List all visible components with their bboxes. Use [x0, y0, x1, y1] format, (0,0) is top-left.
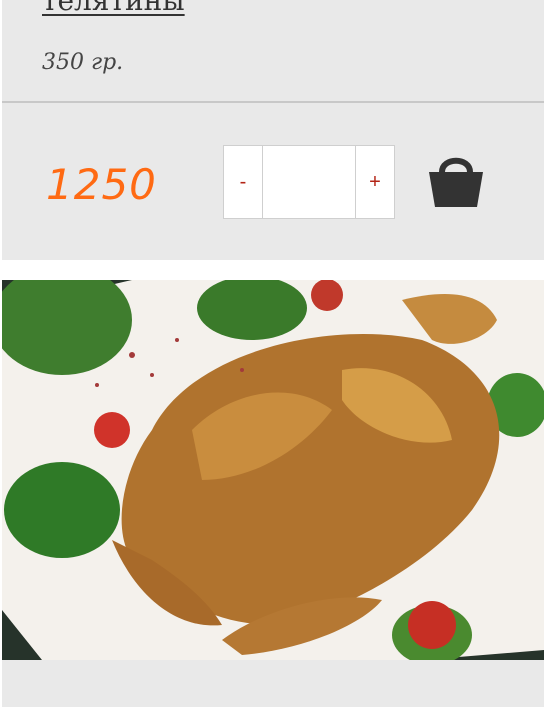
product-title-link[interactable]: телятины	[42, 0, 185, 17]
product-weight: 350 гр.	[42, 50, 124, 75]
add-to-cart-button[interactable]	[423, 145, 489, 213]
divider	[2, 101, 544, 103]
shopping-basket-icon	[429, 157, 483, 207]
product-card: телятины 350 гр. 1250 - +	[2, 0, 544, 260]
quantity-decrement-button[interactable]: -	[224, 146, 263, 218]
product-price: 1250	[46, 160, 157, 209]
roast-chicken-image	[2, 280, 544, 660]
quantity-input[interactable]	[263, 146, 355, 218]
quantity-stepper: - +	[223, 145, 395, 219]
next-product-card	[2, 660, 544, 707]
quantity-increment-button[interactable]: +	[355, 146, 394, 218]
product-photo[interactable]	[2, 280, 544, 660]
